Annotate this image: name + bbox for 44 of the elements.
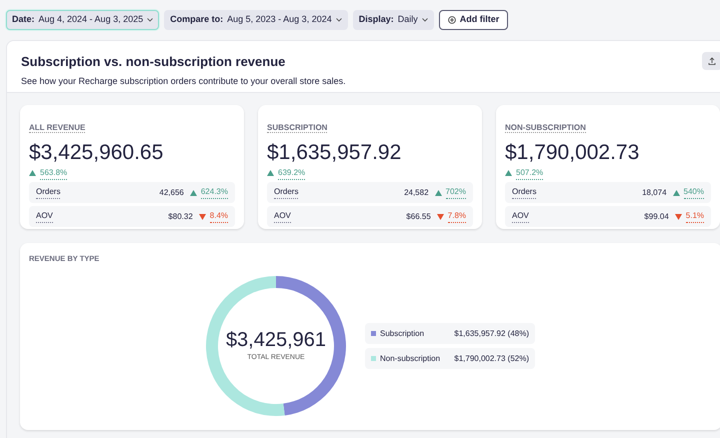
row-value: 18,074 bbox=[642, 186, 667, 198]
change-value: 702% bbox=[446, 186, 466, 199]
row-label: AOV bbox=[36, 210, 53, 223]
card-title: NON-SUBSCRIPTION bbox=[505, 123, 586, 133]
chevron-down-icon bbox=[336, 18, 342, 22]
filter-dropdown[interactable]: Date: Aug 4, 2024 - Aug 3, 2025 bbox=[6, 10, 160, 30]
plus-circle-icon bbox=[448, 16, 456, 24]
change-value: 624.3% bbox=[200, 186, 228, 199]
filter-dropdown[interactable]: Compare to: Aug 5, 2023 - Aug 3, 2024 bbox=[164, 10, 348, 30]
card-title: SUBSCRIPTION bbox=[267, 123, 328, 133]
chevron-down-icon bbox=[147, 18, 154, 22]
row-value: 42,656 bbox=[159, 186, 184, 198]
card-title: ALL REVENUE bbox=[29, 123, 86, 133]
row-label: AOV bbox=[512, 210, 529, 223]
row-value: 24,582 bbox=[404, 186, 429, 198]
legend-label: Non-subscription bbox=[380, 352, 442, 364]
legend-label: Subscription bbox=[380, 328, 426, 340]
change-value: 8.4% bbox=[210, 210, 228, 223]
change-value: 540% bbox=[684, 186, 704, 199]
row-value: $99.04 bbox=[644, 210, 669, 222]
change-value: 639.2% bbox=[278, 166, 306, 180]
total-value: $3,425,961 bbox=[226, 328, 326, 352]
row-value: $80.32 bbox=[168, 210, 193, 222]
legend-value: $1,635,957.92 (48%) bbox=[454, 328, 529, 340]
upload-icon bbox=[708, 57, 716, 65]
row-label: AOV bbox=[274, 210, 291, 223]
change-value: 563.8% bbox=[40, 166, 68, 180]
card-value: $3,425,960.65 bbox=[29, 140, 164, 166]
card-value: $1,790,002.73 bbox=[505, 140, 640, 166]
card-value: $1,635,957.92 bbox=[267, 140, 402, 166]
export-button[interactable] bbox=[702, 52, 720, 70]
row-label: Orders bbox=[512, 186, 536, 199]
change-value: 7.8% bbox=[448, 210, 466, 223]
row-value: $66.55 bbox=[406, 210, 431, 222]
chevron-down-icon bbox=[422, 18, 428, 22]
report-title: Subscription vs. non-subscription revenue bbox=[21, 54, 286, 70]
row-label: Orders bbox=[274, 186, 298, 199]
report-subtitle: See how your Recharge subscription orders contribute to your overall store sales. bbox=[21, 75, 347, 88]
add-filter-button[interactable]: Add filter bbox=[438, 10, 508, 30]
row-label: Orders bbox=[36, 186, 60, 199]
change-value: 5.1% bbox=[686, 210, 704, 223]
filter-dropdown[interactable]: Display: Daily bbox=[352, 10, 434, 30]
change-value: 507.2% bbox=[516, 166, 544, 180]
legend-value: $1,790,002.73 (52%) bbox=[454, 352, 529, 364]
